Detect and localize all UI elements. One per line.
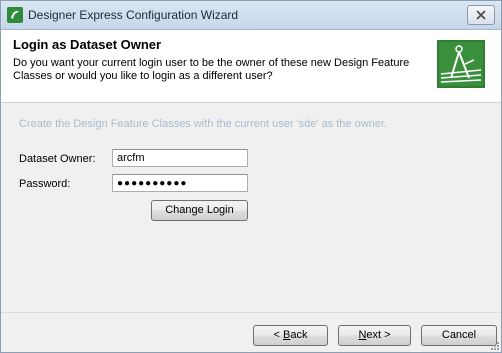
back-rest: ack [290, 329, 308, 341]
title-bar[interactable]: Designer Express Configuration Wizard [1, 1, 501, 30]
close-icon [476, 10, 486, 20]
wizard-header: Login as Dataset Owner Do you want your … [1, 30, 501, 103]
change-login-button[interactable]: Change Login [151, 200, 248, 221]
next-rest: ext > [366, 329, 391, 341]
drafting-compass-icon [437, 40, 485, 88]
wizard-window: Designer Express Configuration Wizard Lo… [0, 0, 502, 353]
page-description: Do you want your current login user to b… [13, 57, 410, 82]
wizard-app-icon [7, 7, 23, 23]
window-title: Designer Express Configuration Wizard [28, 8, 239, 22]
owner-hint-text: Create the Design Feature Classes with t… [19, 118, 387, 130]
footer-divider [1, 312, 501, 313]
back-button[interactable]: < Back [253, 325, 328, 346]
password-input[interactable]: ●●●●●●●●●● [112, 174, 248, 192]
back-prefix: < [273, 329, 283, 341]
close-button[interactable] [467, 5, 495, 25]
next-button[interactable]: Next > [338, 325, 411, 346]
resize-grip-icon[interactable] [489, 340, 499, 350]
password-label: Password: [19, 178, 71, 190]
dataset-owner-label: Dataset Owner: [19, 153, 96, 165]
page-title: Login as Dataset Owner [13, 37, 162, 52]
cancel-button[interactable]: Cancel [421, 325, 497, 346]
dataset-owner-input[interactable]: arcfm [112, 149, 248, 167]
